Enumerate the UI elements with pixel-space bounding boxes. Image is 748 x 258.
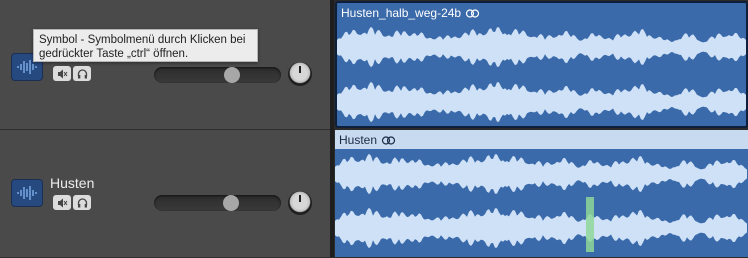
- audio-region-1[interactable]: Husten_halb_weg-24b: [335, 1, 748, 128]
- split-divider[interactable]: [330, 0, 334, 257]
- headphones-icon: [77, 68, 87, 78]
- volume-slider-knob[interactable]: [222, 195, 239, 211]
- headphones-icon: [77, 197, 87, 207]
- tooltip: Symbol - Symbolmenü durch Klicken bei ge…: [33, 29, 258, 62]
- audio-region-2[interactable]: Husten: [335, 130, 748, 257]
- solo-button[interactable]: [73, 195, 91, 210]
- solo-button[interactable]: [73, 66, 91, 81]
- waveform-icon[interactable]: [11, 179, 43, 207]
- pan-knob[interactable]: [288, 62, 312, 86]
- tooltip-line-2: gedrückter Taste „ctrl“ öffnen.: [39, 48, 189, 60]
- track-header-2[interactable]: Husten: [0, 130, 330, 258]
- volume-slider[interactable]: [154, 195, 281, 211]
- waveform: [335, 153, 747, 252]
- mute-button[interactable]: [53, 66, 71, 81]
- volume-slider[interactable]: [154, 67, 281, 83]
- mute-button[interactable]: [53, 195, 71, 210]
- track-name[interactable]: Husten: [50, 175, 94, 191]
- tooltip-line-1: Symbol - Symbolmenü durch Klicken bei: [39, 34, 246, 46]
- mute-icon: [57, 69, 67, 78]
- volume-slider-knob[interactable]: [223, 67, 240, 83]
- pan-knob[interactable]: [288, 191, 312, 215]
- waveform: [337, 26, 746, 123]
- track-header-1[interactable]: [0, 0, 330, 130]
- mute-icon: [57, 198, 67, 207]
